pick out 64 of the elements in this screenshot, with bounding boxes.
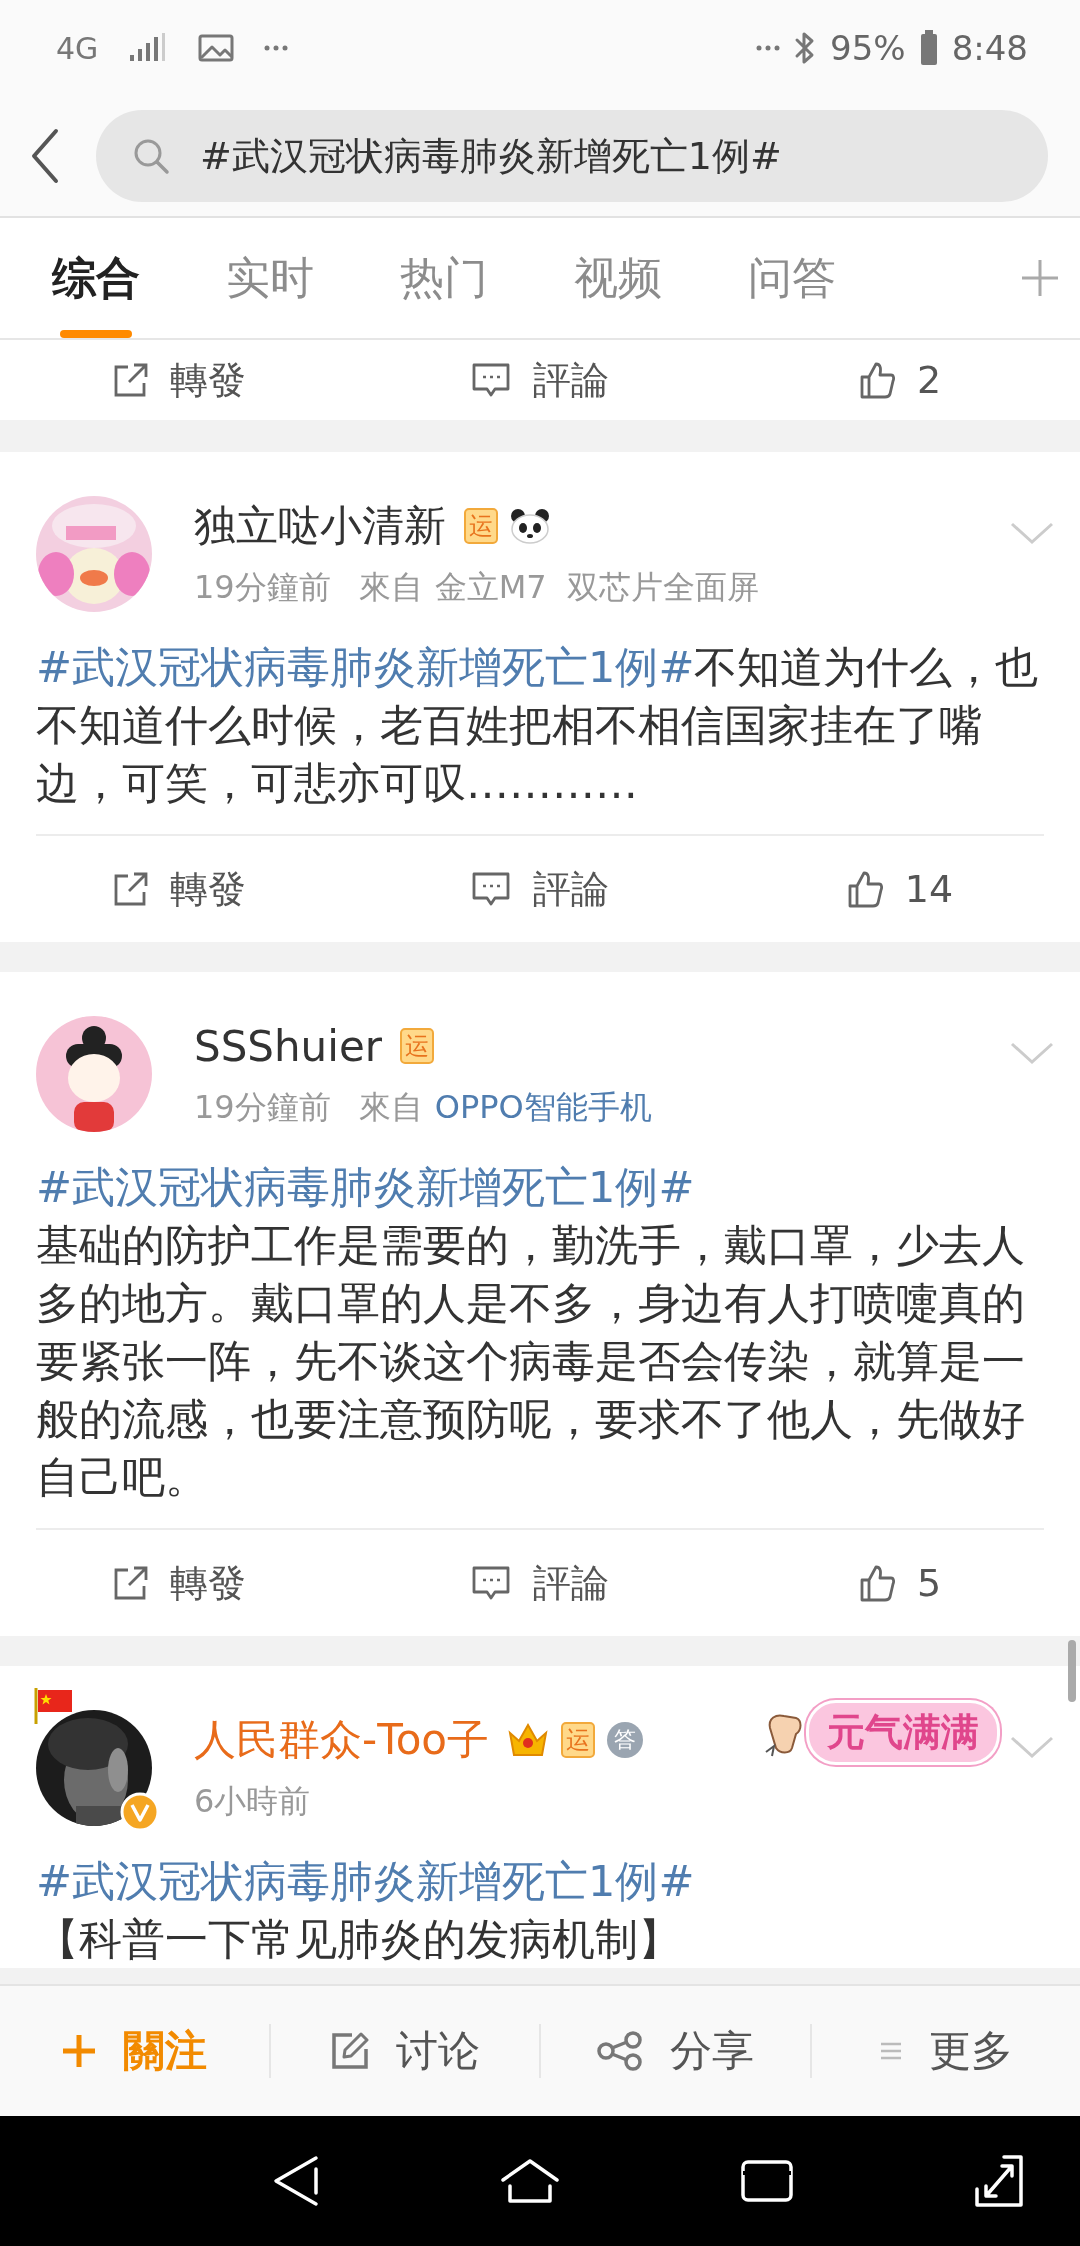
recents-icon[interactable] xyxy=(740,2159,794,2203)
comment-icon xyxy=(471,871,511,907)
post-text: #武汉冠状病毒肺炎新增死亡1例# 基础的防护工作是需要的，勤洗手，戴口罩，少去人多的地方。戴口罩的人是不多，身边有人打喷嚏真的要紧张一阵，先不谈这个病毒是否会传染，就算是一般的流感，也要注意预防呢，要求不了他人，先做好自己吧。 xyxy=(36,1158,1050,1506)
badge: 运 xyxy=(464,508,498,544)
rotate-screen-icon[interactable] xyxy=(974,2154,1024,2208)
hashtag-link[interactable]: #武汉冠状病毒肺炎新增死亡1例# xyxy=(36,642,695,692)
battery-icon xyxy=(919,30,938,66)
share-arrow-icon xyxy=(114,363,148,397)
sticker-label: 元气满满 xyxy=(806,1700,1000,1765)
post-text: #武汉冠状病毒肺炎新增死亡1例#不知道为什么，也不知道什么时候，老百姓把相不相信国家挂在了嘴边，可笑，可悲亦可叹………… xyxy=(36,641,1040,810)
comment-icon xyxy=(471,362,511,398)
badge: 运 xyxy=(400,1028,434,1064)
share-arrow-icon xyxy=(114,872,148,906)
home-icon[interactable] xyxy=(500,2158,560,2204)
more-icon xyxy=(264,44,289,52)
post-time: 6小時前 xyxy=(194,1781,311,1822)
source-device: 金立M7 双芯片全面屏 xyxy=(434,567,760,608)
comment-icon xyxy=(471,1565,511,1601)
tab[interactable]: 综合 xyxy=(52,218,140,338)
share-button[interactable]: 分享 xyxy=(539,2024,810,2078)
battery-percent: 95% xyxy=(830,28,906,68)
post-time: 19分鐘前 xyxy=(194,1087,331,1128)
verified-icon xyxy=(120,1792,160,1832)
clock: 8:48 xyxy=(951,28,1028,68)
image-icon xyxy=(198,33,235,63)
edit-icon xyxy=(329,2031,370,2071)
source-link[interactable]: OPPO智能手机 xyxy=(434,1086,652,1130)
thumbs-up-icon xyxy=(846,870,883,908)
source-label: 來自 xyxy=(358,567,423,608)
search-field[interactable]: #武汉冠状病毒肺炎新增死亡1例# xyxy=(96,110,1048,202)
comment-button[interactable]: 評論 xyxy=(360,836,720,942)
hashtag-link[interactable]: #武汉冠状病毒肺炎新增死亡1例# xyxy=(36,1852,1050,1910)
source-label: 來自 xyxy=(358,1087,423,1128)
share-arrow-icon xyxy=(114,1566,148,1600)
medal-badge: 答 xyxy=(607,1722,644,1758)
post-time: 19分鐘前 xyxy=(194,567,331,608)
more-button[interactable]: 更多 xyxy=(809,2024,1080,2078)
like-button[interactable]: 2 xyxy=(720,340,1080,420)
like-button[interactable]: 5 xyxy=(720,1530,1080,1636)
badge: 运 xyxy=(561,1722,596,1758)
network-type: 4G xyxy=(56,30,99,66)
share-icon xyxy=(596,2031,645,2071)
thumbs-up-icon xyxy=(858,361,895,399)
like-button[interactable]: 14 xyxy=(720,836,1080,942)
hashtag-link[interactable]: #武汉冠状病毒肺炎新增死亡1例# xyxy=(36,1158,1050,1216)
search-icon xyxy=(132,137,170,175)
user-name[interactable]: SSShuier xyxy=(194,1021,382,1071)
comment-button[interactable]: 評論 xyxy=(360,1530,720,1636)
crown-icon xyxy=(507,1721,550,1759)
back-icon[interactable] xyxy=(30,128,60,184)
plus-icon xyxy=(61,2033,98,2069)
repost-button[interactable]: 轉發 xyxy=(0,836,360,942)
thumbs-up-icon xyxy=(858,1564,895,1602)
discuss-button[interactable]: 讨论 xyxy=(268,2024,539,2078)
comment-button[interactable]: 評論 xyxy=(360,340,720,420)
user-name[interactable]: 独立哒小清新 xyxy=(194,498,446,554)
repost-button[interactable]: 轉發 xyxy=(0,1530,360,1636)
repost-button[interactable]: 轉發 xyxy=(0,340,360,420)
back-icon[interactable] xyxy=(272,2155,320,2207)
more-icon xyxy=(756,44,781,52)
post-text: #武汉冠状病毒肺炎新增死亡1例# 【科普一下常见肺炎的发病机制】 xyxy=(36,1852,1050,1968)
scrollbar xyxy=(1068,1640,1076,1702)
panda-icon xyxy=(510,508,550,544)
menu-icon xyxy=(878,2041,903,2061)
